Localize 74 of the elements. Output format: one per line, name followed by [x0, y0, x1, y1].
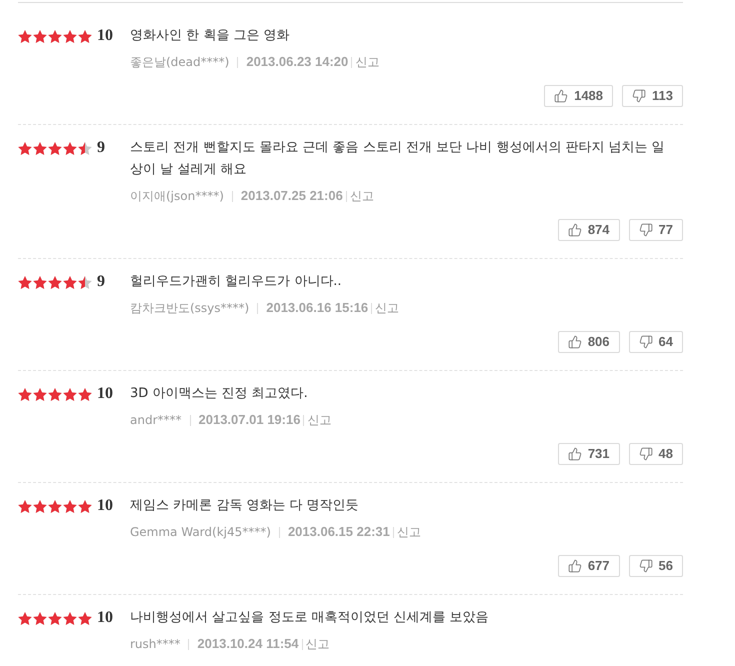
- star-icon: [78, 612, 92, 624]
- thumbs-down-icon: [638, 223, 653, 237]
- dislike-button[interactable]: 48: [628, 443, 683, 465]
- thumbs-up-icon: [568, 447, 582, 461]
- score: 10: [97, 496, 113, 516]
- review-date: 2013.07.01 19:16: [198, 411, 300, 430]
- thumbs-down-icon: [638, 335, 653, 349]
- score: 9: [97, 272, 105, 292]
- star-icon: [33, 30, 47, 42]
- star-icon: [63, 500, 77, 512]
- author-name: 좋은날(dead****): [130, 54, 230, 71]
- star-icon: [18, 612, 32, 624]
- review-date: 2013.06.23 14:20: [246, 53, 348, 72]
- review-text: 스토리 전개 뻔할지도 몰라요 근데 좋음 스토리 전개 보단 나비 행성에서의 판타지 넘치는 일상이 날 설레게 해요: [130, 139, 666, 179]
- star-icon: [18, 276, 32, 288]
- star-icon: [78, 30, 92, 42]
- review-text: 3D 아이맥스는 진정 최고였다.: [130, 385, 309, 403]
- star-icon: [78, 500, 92, 512]
- review-date: 2013.06.15 22:31: [288, 523, 390, 542]
- review-text: 헐리우드가괜히 헐리우드가 아니다..: [130, 273, 343, 291]
- star-icon: [63, 30, 77, 42]
- star-icon: [33, 142, 47, 154]
- author-name: rush****: [130, 636, 180, 653]
- star-icon: [48, 612, 62, 624]
- star-icon: [63, 612, 77, 624]
- score: 10: [97, 608, 113, 628]
- thumbs-down-icon: [638, 559, 653, 573]
- review-date: 2013.10.24 11:54: [197, 635, 299, 654]
- dislike-button[interactable]: 77: [628, 219, 683, 241]
- thumbs-up-icon: [568, 559, 582, 573]
- star-icon: [18, 30, 32, 42]
- star-icon: [63, 142, 77, 154]
- star-icon: [48, 276, 62, 288]
- star-icon: [63, 388, 77, 400]
- like-button[interactable]: 677: [558, 555, 620, 577]
- review-text: 나비행성에서 살고싶을 정도로 매혹적이었던 신세계를 보았음: [130, 609, 490, 627]
- star-icon: [33, 500, 47, 512]
- star-icon: [48, 500, 62, 512]
- thumbs-up-icon: [568, 335, 582, 349]
- half-star-icon: [78, 142, 92, 154]
- star-icon: [33, 388, 47, 400]
- review-date: 2013.07.25 21:06: [240, 187, 343, 206]
- star-icon: [18, 500, 32, 512]
- author-name: 이지애(json****): [130, 188, 224, 205]
- like-button[interactable]: 806: [558, 331, 620, 353]
- thumbs-down-icon: [632, 89, 646, 103]
- dislike-button[interactable]: 113: [622, 85, 683, 107]
- thumbs-up-icon: [554, 89, 568, 103]
- star-icon: [63, 276, 77, 288]
- thumbs-up-icon: [568, 223, 582, 237]
- score: 10: [97, 26, 113, 46]
- like-button[interactable]: 874: [558, 219, 620, 241]
- star-icon: [33, 276, 47, 288]
- star-icon: [33, 612, 47, 624]
- star-icon: [48, 388, 62, 400]
- score: 9: [97, 138, 105, 158]
- star-icon: [78, 388, 92, 400]
- author-name: andr****: [130, 412, 182, 429]
- star-icon: [18, 142, 32, 154]
- score: 10: [97, 384, 113, 404]
- dislike-button[interactable]: 64: [628, 331, 683, 353]
- review-text: 영화사인 한 획을 그은 영화: [130, 27, 291, 45]
- review-text: 제임스 카메론 감독 영화는 다 명작인듯: [130, 497, 360, 515]
- star-icon: [48, 142, 62, 154]
- author-name: 캄차크반도(ssys****): [130, 300, 250, 317]
- review-date: 2013.06.16 15:16: [266, 299, 368, 318]
- star-icon: [48, 30, 62, 42]
- like-button[interactable]: 1488: [544, 85, 614, 107]
- thumbs-down-icon: [638, 447, 653, 461]
- half-star-icon: [78, 276, 92, 288]
- star-icon: [18, 388, 32, 400]
- dislike-button[interactable]: 56: [628, 555, 683, 577]
- author-name: Gemma Ward(kj45****): [130, 524, 271, 541]
- like-button[interactable]: 731: [558, 443, 620, 465]
